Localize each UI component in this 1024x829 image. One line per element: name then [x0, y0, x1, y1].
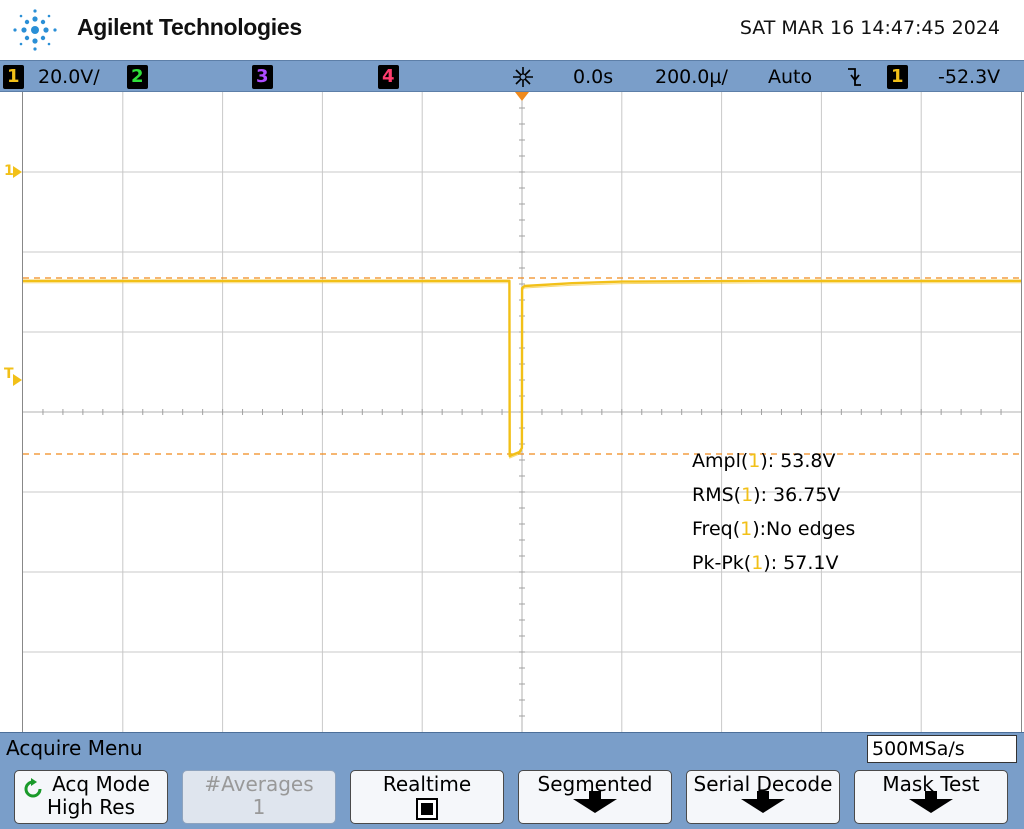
channel-1-badge[interactable]: 1: [3, 65, 24, 89]
measurement-name: RMS(: [692, 484, 742, 506]
channel-4-badge[interactable]: 4: [378, 65, 399, 89]
channel-1-scale: 20.0V/: [38, 66, 100, 88]
measurement-name: Ampl(: [692, 450, 749, 472]
measurement-value: 53.8V: [780, 450, 836, 472]
measurement-separator: ):: [752, 518, 767, 540]
measurement-name: Freq(: [692, 518, 741, 540]
down-arrow-icon: [573, 791, 617, 813]
measurement-channel: 1: [748, 450, 761, 472]
waveform-display[interactable]: [22, 92, 1022, 732]
channel-3-badge[interactable]: 3: [252, 65, 273, 89]
date-time: SAT MAR 16 14:47:45 2024: [739, 17, 1000, 39]
rotate-arrow-icon: [24, 778, 42, 798]
acquisition-running-icon: [513, 67, 533, 87]
time-scale: 200.0µ/: [655, 66, 728, 88]
menu-title: Acquire Menu: [6, 736, 143, 760]
mask-test-softkey[interactable]: Mask Test: [854, 770, 1008, 824]
measurement-row: RMS(1): 36.75V: [692, 484, 840, 506]
channel-1-ground-arrow-icon: [13, 166, 22, 178]
measurement-channel: 1: [751, 552, 764, 574]
checkbox-icon: [416, 798, 438, 820]
down-arrow-icon: [741, 791, 785, 813]
measurement-name: Pk-Pk(: [692, 552, 752, 574]
trigger-mode: Auto: [768, 66, 813, 88]
acq-mode-softkey[interactable]: Acq Mode High Res: [14, 770, 168, 824]
measurement-row: Pk-Pk(1): 57.1V: [692, 552, 838, 574]
averages-value: 1: [252, 795, 266, 819]
measurement-value: No edges: [766, 518, 856, 540]
brand-name: Agilent Technologies: [77, 14, 302, 40]
channel-1-waveform-envelope: [23, 282, 1021, 459]
trigger-level: -52.3V: [938, 66, 1001, 88]
realtime-label: Realtime: [382, 772, 472, 796]
trigger-position-marker: [515, 92, 529, 101]
segmented-softkey[interactable]: Segmented: [518, 770, 672, 824]
trigger-level-arrow-icon: [13, 374, 22, 386]
measurement-separator: ):: [763, 552, 784, 574]
measurement-separator: ):: [760, 450, 781, 472]
measurement-channel: 1: [741, 484, 754, 506]
averages-label: #Averages: [204, 772, 314, 796]
header: Agilent Technologies SAT MAR 16 14:47:45…: [0, 0, 1024, 60]
down-arrow-icon: [909, 791, 953, 813]
status-bar: 1 20.0V/ 2 3 4 0.0s 200.0µ/ Auto 1 -52.3…: [0, 60, 1024, 92]
measurement-row: Freq(1):No edges: [692, 518, 855, 540]
waveform-plot: [23, 92, 1021, 732]
measurement-row: Ampl(1): 53.8V: [692, 450, 836, 472]
measurement-separator: ):: [753, 484, 774, 506]
falling-edge-trigger-icon: [848, 68, 861, 86]
agilent-spark-logo-icon: [13, 9, 57, 51]
time-delay: 0.0s: [573, 66, 614, 88]
measurement-value: 36.75V: [773, 484, 841, 506]
realtime-softkey[interactable]: Realtime: [350, 770, 504, 824]
channel-2-badge[interactable]: 2: [127, 65, 148, 89]
measurement-channel: 1: [740, 518, 753, 540]
serial-decode-softkey[interactable]: Serial Decode: [686, 770, 840, 824]
trigger-source-badge[interactable]: 1: [887, 65, 908, 89]
sample-rate-display: 500MSa/s: [867, 735, 1017, 763]
measurement-value: 57.1V: [783, 552, 839, 574]
averages-softkey[interactable]: #Averages 1: [182, 770, 336, 824]
